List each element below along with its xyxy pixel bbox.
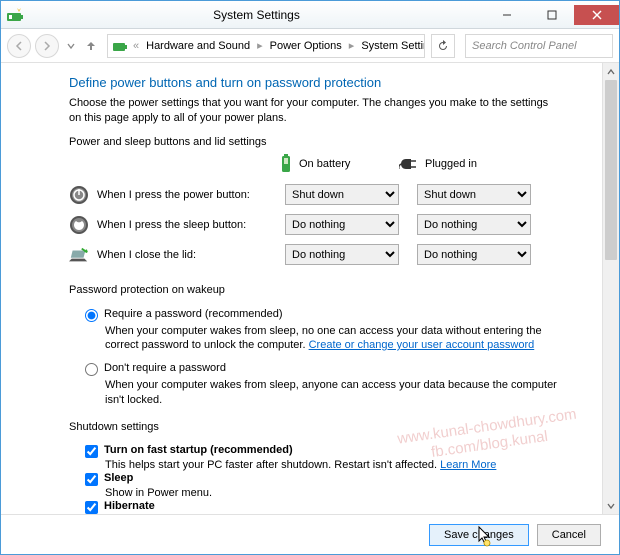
radio-require-password[interactable]	[85, 309, 98, 322]
column-on-battery: On battery	[279, 154, 399, 174]
link-learn-more[interactable]: Learn More	[440, 459, 496, 471]
search-placeholder: Search Control Panel	[472, 40, 577, 52]
radio-label: Don't require a password	[104, 362, 226, 376]
address-bar[interactable]: « Hardware and Sound ▸ Power Options ▸ S…	[107, 34, 425, 58]
window-title: System Settings	[29, 8, 484, 22]
titlebar: System Settings	[1, 1, 619, 29]
breadcrumb[interactable]: System Settings	[359, 40, 425, 52]
column-plugged-in: Plugged in	[399, 154, 519, 174]
check-label: Hibernate	[104, 500, 155, 514]
scroll-down-icon[interactable]	[603, 497, 619, 514]
search-input[interactable]: Search Control Panel	[465, 34, 613, 58]
radio-label: Require a password (recommended)	[104, 308, 283, 322]
chevron-right-icon[interactable]: ▸	[255, 39, 265, 52]
page-intro: Choose the power settings that you want …	[69, 96, 561, 126]
lid-battery-select[interactable]: Do nothing	[285, 244, 399, 265]
row-close-lid: When I close the lid: Do nothing Do noth…	[69, 240, 561, 270]
history-dropdown[interactable]	[63, 34, 79, 58]
plug-icon	[399, 157, 419, 171]
link-change-password[interactable]: Create or change your user account passw…	[309, 339, 535, 351]
power-button-battery-select[interactable]: Shut down	[285, 184, 399, 205]
cancel-button[interactable]: Cancel	[537, 524, 601, 546]
check-sleep[interactable]	[85, 473, 98, 486]
radio-no-password[interactable]	[85, 363, 98, 376]
navbar: « Hardware and Sound ▸ Power Options ▸ S…	[1, 29, 619, 63]
check-label: Sleep	[104, 472, 133, 486]
vertical-scrollbar[interactable]	[602, 63, 619, 514]
breadcrumb[interactable]: Power Options	[268, 40, 344, 52]
power-button-icon	[69, 185, 89, 205]
breadcrumb-sep: «	[131, 40, 141, 52]
minimize-button[interactable]	[484, 5, 529, 25]
page-title: Define power buttons and turn on passwor…	[69, 75, 561, 90]
footer: Save changes Cancel	[1, 514, 619, 554]
sleep-button-battery-select[interactable]: Do nothing	[285, 214, 399, 235]
scroll-up-icon[interactable]	[603, 63, 619, 80]
check-label: Turn on fast startup (recommended)	[104, 444, 293, 458]
save-changes-button[interactable]: Save changes	[429, 524, 529, 546]
check-fast-startup[interactable]	[85, 445, 98, 458]
check-hibernate[interactable]	[85, 501, 98, 514]
up-button[interactable]	[83, 34, 99, 58]
scroll-thumb[interactable]	[605, 80, 617, 260]
refresh-button[interactable]	[431, 34, 455, 58]
close-button[interactable]	[574, 5, 619, 25]
lid-icon	[69, 245, 89, 265]
breadcrumb[interactable]: Hardware and Sound	[144, 40, 252, 52]
sleep-button-icon	[69, 215, 89, 235]
row-sleep-button: When I press the sleep button: Do nothin…	[69, 210, 561, 240]
lid-plugged-select[interactable]: Do nothing	[417, 244, 531, 265]
group-label-shutdown: Shutdown settings	[69, 421, 561, 433]
row-power-button: When I press the power button: Shut down…	[69, 180, 561, 210]
forward-button[interactable]	[35, 34, 59, 58]
group-label-power-sleep: Power and sleep buttons and lid settings	[69, 136, 561, 148]
group-label-password: Password protection on wakeup	[69, 284, 561, 296]
back-button[interactable]	[7, 34, 31, 58]
chevron-right-icon[interactable]: ▸	[347, 39, 357, 52]
address-icon	[112, 38, 128, 54]
sleep-button-plugged-select[interactable]: Do nothing	[417, 214, 531, 235]
window-icon	[7, 7, 23, 23]
battery-icon	[279, 154, 293, 174]
maximize-button[interactable]	[529, 5, 574, 25]
power-button-plugged-select[interactable]: Shut down	[417, 184, 531, 205]
